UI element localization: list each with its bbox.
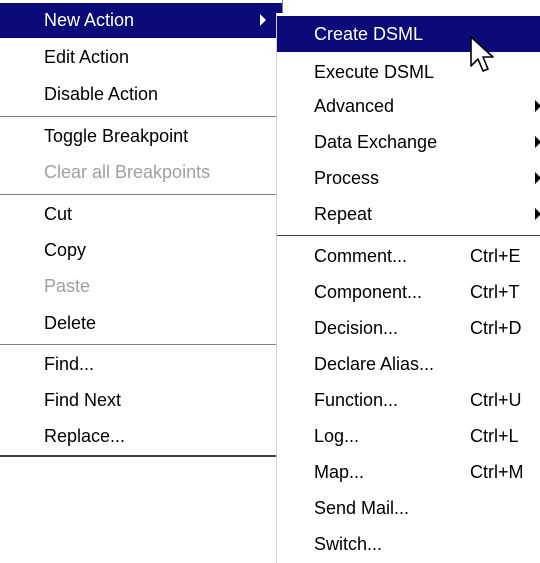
shortcut-label: Ctrl+T <box>470 282 520 302</box>
menu-item-label: Edit Action <box>44 47 130 67</box>
chevron-right-icon <box>535 172 540 184</box>
menu-item-label: Find Next <box>44 390 122 410</box>
menu-item-label: Decision... <box>314 318 399 338</box>
menu-item-label: Process <box>314 168 380 188</box>
submenu-item-declare-alias[interactable]: Declare Alias... <box>277 346 540 382</box>
menu-item-label: Advanced <box>314 96 395 116</box>
submenu-item-switch[interactable]: Switch... <box>277 526 540 562</box>
menu-item-new-action[interactable]: New Action <box>0 3 282 38</box>
shortcut-label: Ctrl+M <box>470 462 524 482</box>
menu-item-label: Replace... <box>44 426 126 446</box>
context-menu: New Action Edit Action Disable Action To… <box>0 0 283 457</box>
shortcut-label: Ctrl+D <box>470 318 522 338</box>
menu-item-delete[interactable]: Delete <box>0 306 282 341</box>
menu-item-label: Toggle Breakpoint <box>44 126 189 146</box>
shortcut-label: Ctrl+L <box>470 426 519 446</box>
menu-item-label: Comment... <box>314 246 408 266</box>
submenu-item-comment[interactable]: Comment... Ctrl+E <box>277 238 540 274</box>
submenu-item-send-mail[interactable]: Send Mail... <box>277 490 540 526</box>
menu-item-label: Repeat <box>314 204 373 224</box>
menu-item-disable-action[interactable]: Disable Action <box>0 77 282 112</box>
chevron-right-icon <box>260 14 266 26</box>
menu-separator <box>0 194 282 196</box>
submenu-item-advanced[interactable]: Advanced <box>277 88 540 124</box>
menu-item-copy[interactable]: Copy <box>0 233 282 268</box>
menu-item-label: Log... <box>314 426 360 446</box>
menu-separator <box>277 235 540 237</box>
menu-item-label: Declare Alias... <box>314 354 435 374</box>
submenu-item-execute-dsml[interactable]: Execute DSML <box>277 54 540 90</box>
menu-item-label: New Action <box>44 10 135 30</box>
menu-item-label: Paste <box>44 276 91 296</box>
menu-item-cut[interactable]: Cut <box>0 197 282 232</box>
menu-item-label: Disable Action <box>44 84 159 104</box>
submenu-item-create-dsml[interactable]: Create DSML <box>277 16 540 52</box>
menu-item-label: Cut <box>44 204 73 224</box>
chevron-right-icon <box>535 100 540 112</box>
shortcut-label: Ctrl+E <box>470 246 521 266</box>
submenu-item-process[interactable]: Process <box>277 160 540 196</box>
menu-item-toggle-breakpoint[interactable]: Toggle Breakpoint <box>0 119 282 154</box>
menu-item-edit-action[interactable]: Edit Action <box>0 40 282 75</box>
mouse-pointer-icon <box>470 36 494 72</box>
menu-item-find[interactable]: Find... <box>0 347 282 382</box>
menu-item-find-next[interactable]: Find Next <box>0 383 282 418</box>
menu-item-label: Copy <box>44 240 87 260</box>
chevron-right-icon <box>535 208 540 220</box>
submenu-item-data-exchange[interactable]: Data Exchange <box>277 124 540 160</box>
menu-separator <box>0 344 282 346</box>
menu-item-label: Switch... <box>314 534 383 554</box>
menu-item-label: Create DSML <box>314 24 424 44</box>
new-action-submenu: Create DSML Execute DSML Advanced Data E… <box>276 13 540 563</box>
submenu-item-map[interactable]: Map... Ctrl+M <box>277 454 540 490</box>
menu-item-label: Send Mail... <box>314 498 410 518</box>
menu-item-label: Function... <box>314 390 399 410</box>
menu-item-label: Find... <box>44 354 95 374</box>
submenu-item-decision[interactable]: Decision... Ctrl+D <box>277 310 540 346</box>
menu-item-replace[interactable]: Replace... <box>0 419 282 454</box>
menu-item-label: Delete <box>44 313 97 333</box>
menu-item-paste: Paste <box>0 269 282 304</box>
menu-item-label: Execute DSML <box>314 62 435 82</box>
menu-separator <box>0 116 282 118</box>
menu-item-label: Clear all Breakpoints <box>44 162 211 182</box>
submenu-item-function[interactable]: Function... Ctrl+U <box>277 382 540 418</box>
chevron-right-icon <box>535 136 540 148</box>
submenu-item-component[interactable]: Component... Ctrl+T <box>277 274 540 310</box>
menu-item-label: Map... <box>314 462 365 482</box>
submenu-item-log[interactable]: Log... Ctrl+L <box>277 418 540 454</box>
menu-item-label: Data Exchange <box>314 132 438 152</box>
submenu-item-repeat[interactable]: Repeat <box>277 196 540 232</box>
shortcut-label: Ctrl+U <box>470 390 522 410</box>
menu-item-label: Component... <box>314 282 423 302</box>
menu-item-clear-all-breakpoints: Clear all Breakpoints <box>0 155 282 190</box>
